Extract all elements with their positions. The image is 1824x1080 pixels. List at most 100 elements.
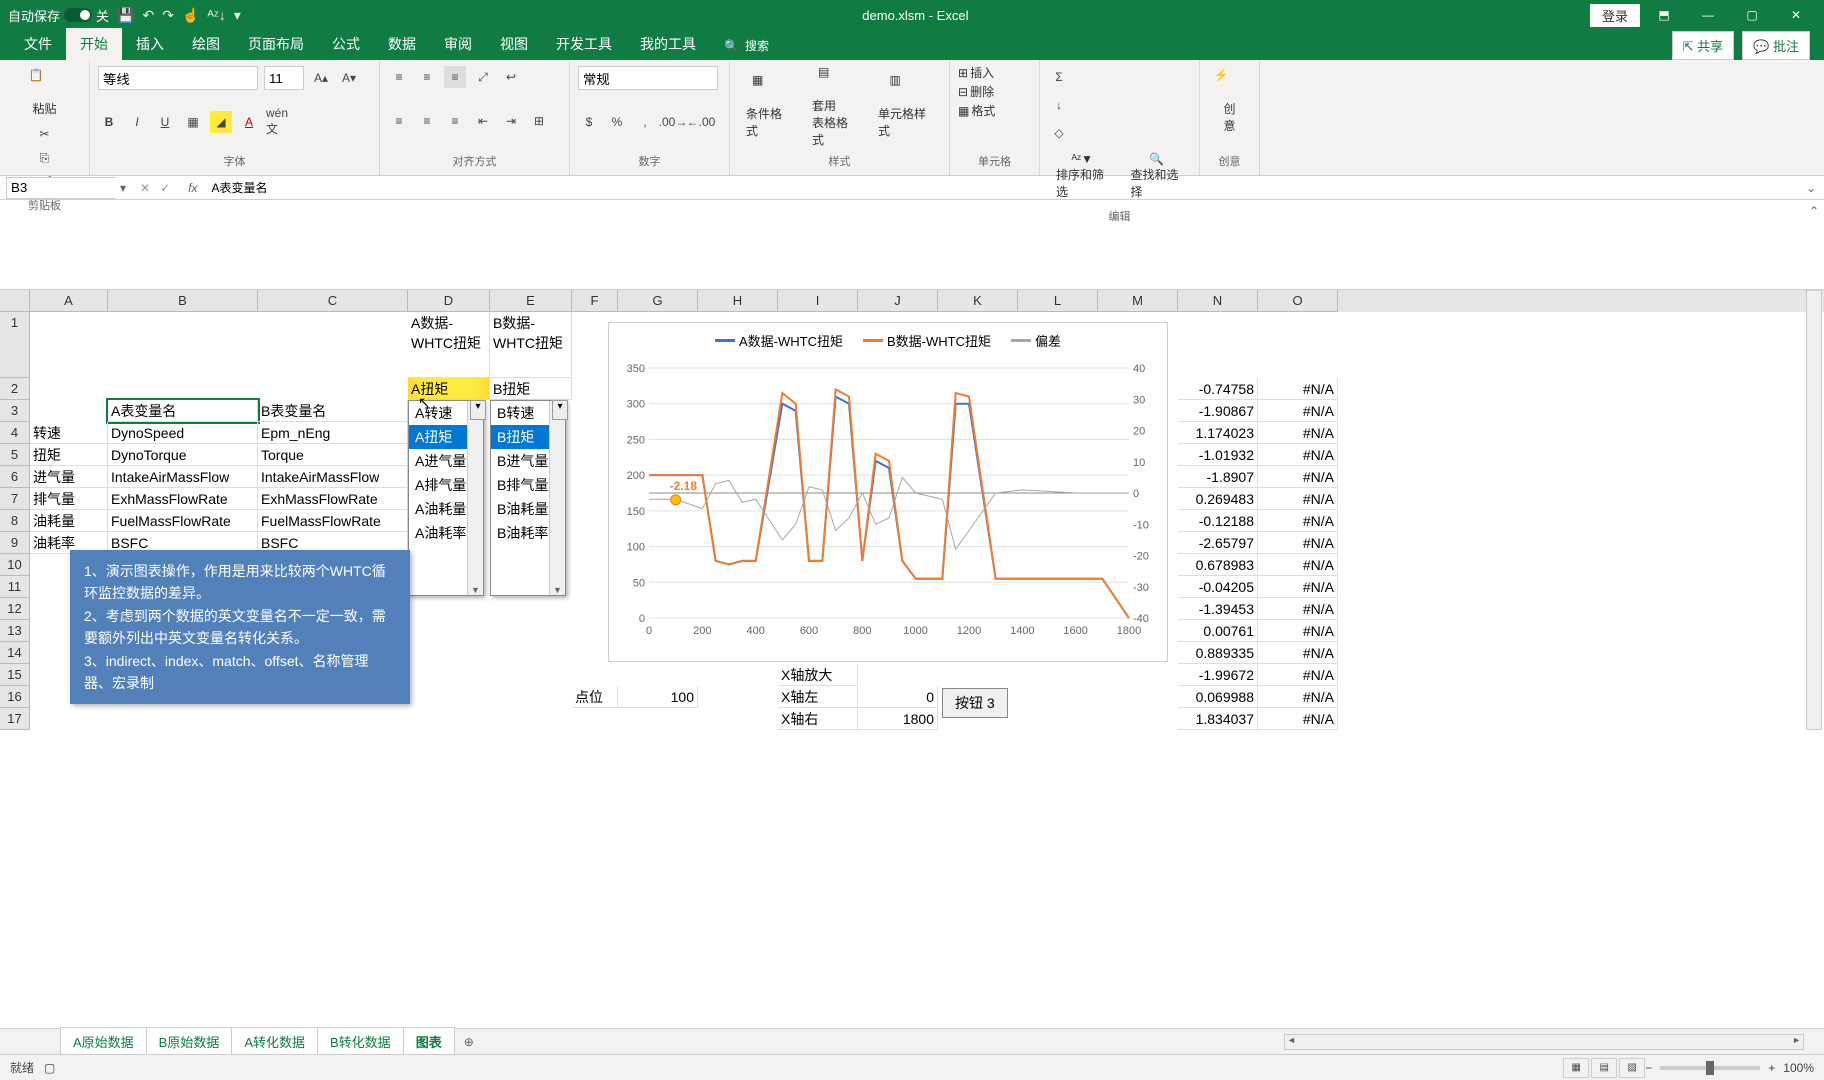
cell-N8[interactable]: -0.12188 [1178,510,1258,532]
sheet-tab-b-trans[interactable]: B转化数据 [317,1027,404,1056]
touch-icon[interactable]: ☝ [182,7,199,24]
search-box[interactable]: 🔍 搜索 [710,31,783,60]
cell-F16[interactable]: 点位 [572,686,618,708]
cell-A7[interactable]: 排气量 [30,488,108,510]
row-header-17[interactable]: 17 [0,708,30,730]
cell-J17[interactable]: 1800 [858,708,938,730]
horizontal-scrollbar[interactable] [1284,1034,1804,1050]
name-box[interactable] [6,177,116,199]
col-header-N[interactable]: N [1178,290,1258,312]
clear-icon[interactable]: ◇ [1048,122,1070,144]
align-top-icon[interactable]: ≡ [388,66,410,88]
cell-O17[interactable]: #N/A [1258,708,1338,730]
share-button[interactable]: ⇱ 共享 [1672,31,1735,60]
cell-O5[interactable]: #N/A [1258,444,1338,466]
tab-insert[interactable]: 插入 [122,28,178,60]
cell-E1[interactable]: B数据-WHTC扭矩 [490,312,572,378]
decrease-font-icon[interactable]: A▾ [338,67,360,89]
col-header-D[interactable]: D [408,290,490,312]
tab-draw[interactable]: 绘图 [178,28,234,60]
format-cells-button[interactable]: ▦ 格式 [958,102,1031,119]
cell-A5[interactable]: 扭矩 [30,444,108,466]
row-header-13[interactable]: 13 [0,620,30,642]
row-header-12[interactable]: 12 [0,598,30,620]
font-name-select[interactable] [98,66,258,90]
row-header-5[interactable]: 5 [0,444,30,466]
row-header-8[interactable]: 8 [0,510,30,532]
formula-collapse-icon[interactable]: ⌃ [1804,200,1824,289]
tab-data[interactable]: 数据 [374,28,430,60]
cell-B7[interactable]: ExhMassFlowRate [108,488,258,510]
cell-N13[interactable]: 0.00761 [1178,620,1258,642]
row-header-16[interactable]: 16 [0,686,30,708]
inc-decimal-icon[interactable]: .00→ [662,111,684,133]
maximize-icon[interactable]: ▢ [1732,1,1772,29]
cell-N4[interactable]: 1.174023 [1178,422,1258,444]
number-format-select[interactable] [578,66,718,90]
dropdown-b[interactable]: B转速B扭矩B进气量B排气量B油耗量B油耗率 [490,400,566,596]
undo-icon[interactable]: ↶ [142,7,154,24]
cell-C7[interactable]: ExhMassFlowRate [258,488,408,510]
cell-O15[interactable]: #N/A [1258,664,1338,686]
tab-view[interactable]: 视图 [486,28,542,60]
table-format-button[interactable]: ▤套用 表格格式 [804,61,864,152]
align-right-icon[interactable]: ≡ [444,110,466,132]
dropdown-b-scrollbar[interactable] [549,401,565,595]
add-sheet-icon[interactable]: ⊕ [454,1031,484,1053]
row-header-9[interactable]: 9 [0,532,30,554]
tab-formulas[interactable]: 公式 [318,28,374,60]
cell-N9[interactable]: -2.65797 [1178,532,1258,554]
row-header-4[interactable]: 4 [0,422,30,444]
cell-C4[interactable]: Epm_nEng [258,422,408,444]
cell-N12[interactable]: -1.39453 [1178,598,1258,620]
macro-button-3[interactable]: 按钮 3 [942,688,1008,718]
row-header-14[interactable]: 14 [0,642,30,664]
wrap-text-icon[interactable]: ↩ [500,66,522,88]
row-header-10[interactable]: 10 [0,554,30,576]
cell-C6[interactable]: IntakeAirMassFlow [258,466,408,488]
row-header-2[interactable]: 2 [0,378,30,400]
redo-icon[interactable]: ↷ [162,7,174,24]
row-header-6[interactable]: 6 [0,466,30,488]
cell-O13[interactable]: #N/A [1258,620,1338,642]
formula-expand-icon[interactable]: ⌄ [1798,181,1824,195]
comma-icon[interactable]: , [634,111,656,133]
indent-dec-icon[interactable]: ⇤ [472,110,494,132]
cell-O16[interactable]: #N/A [1258,686,1338,708]
col-header-L[interactable]: L [1018,290,1098,312]
cell-A6[interactable]: 进气量 [30,466,108,488]
bold-icon[interactable]: B [98,111,120,133]
cell-O8[interactable]: #N/A [1258,510,1338,532]
tab-file[interactable]: 文件 [10,28,66,60]
sort-icon[interactable]: ᴬᶻ↓ [207,7,225,23]
col-header-J[interactable]: J [858,290,938,312]
zoom-level[interactable]: 100% [1783,1061,1814,1075]
cell-B4[interactable]: DynoSpeed [108,422,258,444]
tab-dev[interactable]: 开发工具 [542,28,626,60]
vertical-scrollbar[interactable] [1806,290,1822,730]
indent-inc-icon[interactable]: ⇥ [500,110,522,132]
cell-N2[interactable]: -0.74758 [1178,378,1258,400]
cell-O4[interactable]: #N/A [1258,422,1338,444]
cell-A8[interactable]: 油耗量 [30,510,108,532]
namebox-dropdown-icon[interactable]: ▾ [116,181,130,195]
phonetic-icon[interactable]: wén文 [266,111,288,133]
zoom-in-icon[interactable]: + [1768,1061,1775,1075]
col-header-C[interactable]: C [258,290,408,312]
col-header-K[interactable]: K [938,290,1018,312]
close-icon[interactable]: ✕ [1776,1,1816,29]
align-left-icon[interactable]: ≡ [388,110,410,132]
cell-D1[interactable]: A数据-WHTC扭矩 [408,312,490,378]
cell-N5[interactable]: -1.01932 [1178,444,1258,466]
row-header-7[interactable]: 7 [0,488,30,510]
macro-record-icon[interactable]: ▢ [44,1061,55,1075]
zoom-slider[interactable] [1660,1066,1760,1070]
italic-icon[interactable]: I [126,111,148,133]
sheet-tab-a-trans[interactable]: A转化数据 [231,1027,318,1056]
font-color-icon[interactable]: A [238,111,260,133]
view-normal-icon[interactable]: ▦ [1563,1058,1589,1078]
underline-icon[interactable]: U [154,111,176,133]
chart[interactable]: A数据-WHTC扭矩B数据-WHTC扭矩偏差350300250200150100… [608,322,1168,662]
cell-N16[interactable]: 0.069988 [1178,686,1258,708]
cut-icon[interactable]: ✂ [34,123,56,145]
